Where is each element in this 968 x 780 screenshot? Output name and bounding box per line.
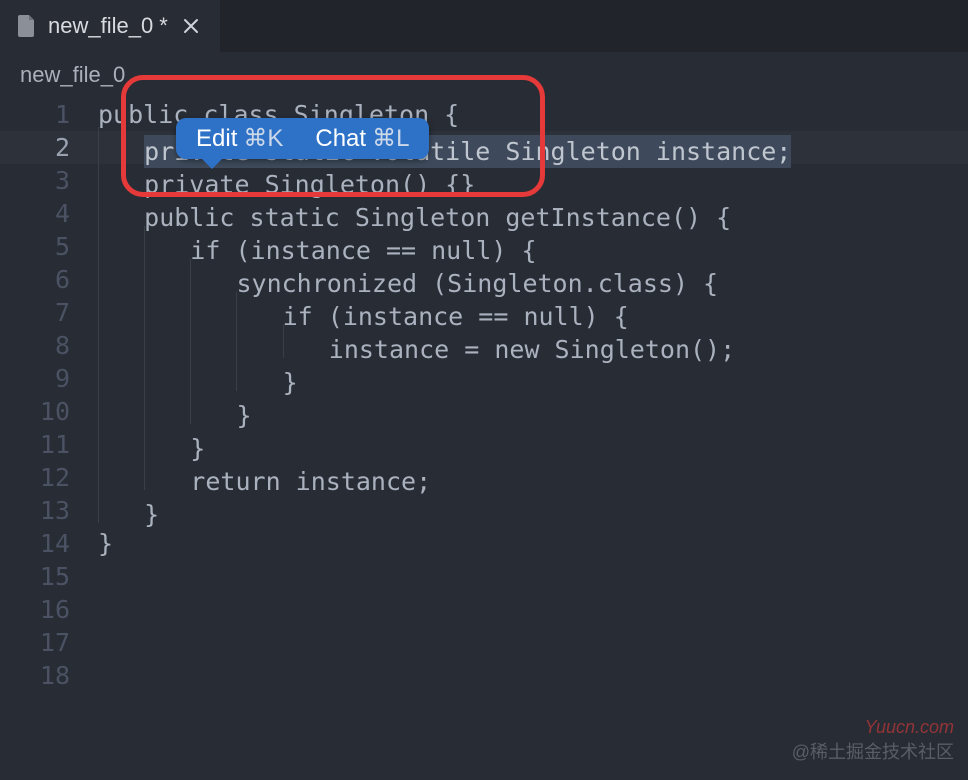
line-number: 5: [0, 230, 98, 263]
code-text: }: [98, 527, 113, 560]
breadcrumb-path: new_file_0: [20, 62, 125, 88]
line-number: 12: [0, 461, 98, 494]
edit-label: Edit: [196, 125, 237, 153]
edit-shortcut: ⌘K: [243, 124, 283, 153]
line-number: 16: [0, 593, 98, 626]
code-line[interactable]: 18: [0, 659, 968, 692]
line-number: 8: [0, 329, 98, 362]
line-number: 9: [0, 362, 98, 395]
line-number: 14: [0, 527, 98, 560]
line-number: 17: [0, 626, 98, 659]
tab-bar: new_file_0 *: [0, 0, 968, 52]
code-line[interactable]: 13 }: [0, 494, 968, 527]
code-line[interactable]: 15: [0, 560, 968, 593]
line-number: 1: [0, 98, 98, 131]
code-line[interactable]: 14}: [0, 527, 968, 560]
chat-button[interactable]: Chat ⌘L: [315, 124, 409, 153]
line-number: 15: [0, 560, 98, 593]
tab-title: new_file_0 *: [48, 13, 168, 39]
watermark-1: Yuucn.com: [865, 717, 954, 738]
code-text: }: [98, 490, 159, 531]
line-number: 11: [0, 428, 98, 461]
close-icon[interactable]: [180, 15, 202, 37]
line-number: 18: [0, 659, 98, 692]
line-number: 13: [0, 494, 98, 527]
file-icon: [18, 15, 36, 37]
line-number: 6: [0, 263, 98, 296]
edit-button[interactable]: Edit ⌘K: [196, 124, 283, 153]
code-area[interactable]: 1public class Singleton {2 private stati…: [0, 98, 968, 692]
code-line[interactable]: 17: [0, 626, 968, 659]
chat-shortcut: ⌘L: [372, 124, 409, 153]
editor[interactable]: 1public class Singleton {2 private stati…: [0, 98, 968, 780]
line-number: 4: [0, 197, 98, 230]
line-number: 2: [0, 131, 98, 164]
line-number: 7: [0, 296, 98, 329]
inline-actions-popup: Edit ⌘K Chat ⌘L: [176, 118, 429, 159]
chat-label: Chat: [315, 125, 366, 153]
tab-new-file-0[interactable]: new_file_0 *: [0, 0, 220, 52]
breadcrumb[interactable]: new_file_0: [0, 52, 968, 98]
watermark-2: @稀土掘金技术社区: [792, 738, 954, 764]
code-line[interactable]: 16: [0, 593, 968, 626]
line-number: 3: [0, 164, 98, 197]
line-number: 10: [0, 395, 98, 428]
